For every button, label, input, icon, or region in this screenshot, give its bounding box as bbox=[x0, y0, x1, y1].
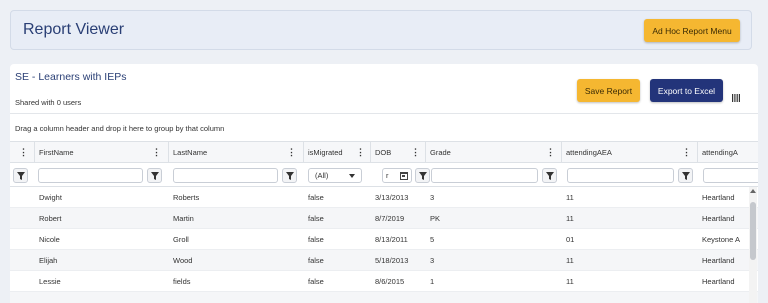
cell-lastname: Wood bbox=[173, 255, 193, 265]
column-header-attendingaea[interactable]: attendingAEA ⋮ bbox=[562, 142, 698, 162]
column-header-attending[interactable]: attendingA bbox=[698, 142, 758, 162]
date-value: r bbox=[386, 171, 389, 180]
cell-firstname: Elijah bbox=[39, 255, 58, 265]
column-menu-icon[interactable]: ⋮ bbox=[152, 148, 161, 157]
attendingaea-filter-input[interactable] bbox=[567, 168, 674, 183]
scrollbar-thumb[interactable] bbox=[750, 202, 756, 260]
cell-lastname: fields bbox=[173, 276, 191, 286]
column-header-grade[interactable]: Grade ⋮ bbox=[426, 142, 562, 162]
cell-attendingaea: 11 bbox=[566, 192, 574, 202]
cell-ismigrated: false bbox=[308, 234, 324, 244]
cell-ismigrated: false bbox=[308, 255, 324, 265]
export-to-excel-button[interactable]: Export to Excel bbox=[650, 79, 723, 102]
group-by-panel[interactable]: Drag a column header and drop it here to… bbox=[10, 113, 758, 141]
cell-attendingaea: 01 bbox=[566, 234, 575, 244]
table-row[interactable]: Dwight Roberts false 3/13/2013 3 11 Hear… bbox=[10, 187, 758, 208]
cell-attendingaea: 11 bbox=[566, 213, 574, 223]
column-header-firstname[interactable]: FirstName ⋮ bbox=[35, 142, 169, 162]
column-label: attendingAEA bbox=[566, 147, 612, 157]
ismigrated-filter-select[interactable]: (All) bbox=[308, 168, 362, 183]
cell-grade: 5 bbox=[430, 234, 435, 244]
firstname-filter-input[interactable] bbox=[38, 168, 143, 183]
cell-lastname: Roberts bbox=[173, 192, 200, 202]
cell-ismigrated: false bbox=[308, 213, 324, 223]
cell-dob: 8/6/2015 bbox=[375, 276, 405, 286]
dob-filter-input[interactable]: r bbox=[382, 168, 412, 183]
report-title: SE - Learners with IEPs bbox=[15, 71, 127, 83]
adhoc-report-menu-button[interactable]: Ad Hoc Report Menu bbox=[644, 19, 740, 42]
cell-grade: 3 bbox=[430, 255, 435, 265]
column-menu-icon[interactable]: ⋮ bbox=[411, 148, 420, 157]
cell-attending: Heartland bbox=[702, 276, 735, 286]
column-label: FirstName bbox=[39, 147, 74, 157]
column-menu-icon[interactable]: ⋮ bbox=[682, 148, 691, 157]
cell-grade: 3 bbox=[430, 192, 435, 202]
column-menu-icon[interactable]: ⋮ bbox=[287, 148, 296, 157]
cell-ismigrated: false bbox=[308, 192, 324, 202]
column-header-ismigrated[interactable]: isMigrated ⋮ bbox=[304, 142, 371, 162]
grid-filter-row: (All) r bbox=[10, 163, 758, 187]
filter-icon[interactable] bbox=[415, 168, 430, 183]
page-title: Report Viewer bbox=[23, 21, 125, 38]
grade-filter-input[interactable] bbox=[431, 168, 538, 183]
filter-icon[interactable] bbox=[147, 168, 162, 183]
filter-icon[interactable] bbox=[13, 168, 28, 183]
row-select-header[interactable]: ⋮ bbox=[10, 142, 35, 162]
lastname-filter-input[interactable] bbox=[173, 168, 278, 183]
filter-icon[interactable] bbox=[678, 168, 693, 183]
report-viewer-header: Report Viewer Ad Hoc Report Menu bbox=[10, 10, 752, 50]
column-header-dob[interactable]: DOB ⋮ bbox=[371, 142, 426, 162]
column-label: attendingA bbox=[702, 147, 738, 157]
cell-dob: 8/7/2019 bbox=[375, 213, 405, 223]
column-label: DOB bbox=[375, 147, 392, 157]
cell-attending: Heartland bbox=[702, 213, 735, 223]
grid-vertical-scrollbar[interactable] bbox=[749, 187, 757, 303]
cell-ismigrated: false bbox=[308, 276, 324, 286]
grid-header-row: ⋮ FirstName ⋮ LastName ⋮ isMigrated ⋮ DO… bbox=[10, 141, 758, 163]
column-menu-icon[interactable]: ⋮ bbox=[356, 148, 365, 157]
cell-lastname: Groll bbox=[173, 234, 189, 244]
column-menu-icon[interactable]: ⋮ bbox=[19, 148, 28, 157]
table-row[interactable]: Robert Martin false 8/7/2019 PK 11 Heart… bbox=[10, 208, 758, 229]
table-row[interactable]: Nicole Groll false 8/13/2011 5 01 Keysto… bbox=[10, 229, 758, 250]
select-value: (All) bbox=[315, 171, 329, 180]
attending-filter-input[interactable] bbox=[703, 168, 758, 183]
column-menu-icon[interactable]: ⋮ bbox=[546, 148, 555, 157]
cell-lastname: Martin bbox=[173, 213, 194, 223]
cell-grade: PK bbox=[430, 213, 441, 223]
cell-firstname: Nicole bbox=[39, 234, 60, 244]
column-chooser-icon[interactable] bbox=[732, 94, 740, 102]
report-panel: SE - Learners with IEPs Shared with 0 us… bbox=[10, 64, 758, 303]
column-label: Grade bbox=[430, 147, 451, 157]
table-row[interactable] bbox=[10, 292, 758, 303]
cell-attending: Heartland bbox=[702, 255, 735, 265]
column-label: isMigrated bbox=[308, 147, 343, 157]
cell-attendingaea: 11 bbox=[566, 255, 574, 265]
cell-firstname: Dwight bbox=[39, 192, 62, 202]
cell-dob: 3/13/2013 bbox=[375, 192, 409, 202]
cell-firstname: Robert bbox=[39, 213, 62, 223]
column-label: LastName bbox=[173, 147, 208, 157]
cell-grade: 1 bbox=[430, 276, 435, 286]
save-report-button[interactable]: Save Report bbox=[577, 79, 640, 102]
calendar-icon[interactable] bbox=[400, 172, 408, 180]
data-grid: ⋮ FirstName ⋮ LastName ⋮ isMigrated ⋮ DO… bbox=[10, 141, 758, 303]
cell-firstname: Lessie bbox=[39, 276, 61, 286]
scroll-up-arrow-icon[interactable] bbox=[750, 189, 756, 193]
chevron-down-icon bbox=[349, 174, 355, 178]
table-row[interactable]: Elijah Wood false 5/18/2013 3 11 Heartla… bbox=[10, 250, 758, 271]
shared-status: Shared with 0 users bbox=[15, 98, 82, 107]
table-row[interactable]: Lessie fields false 8/6/2015 1 11 Heartl… bbox=[10, 271, 758, 292]
cell-dob: 5/18/2013 bbox=[375, 255, 409, 265]
filter-icon[interactable] bbox=[282, 168, 297, 183]
cell-attending: Heartland bbox=[702, 192, 735, 202]
cell-attendingaea: 11 bbox=[566, 276, 574, 286]
column-header-lastname[interactable]: LastName ⋮ bbox=[169, 142, 304, 162]
cell-attending: Keystone A bbox=[702, 234, 740, 244]
cell-dob: 8/13/2011 bbox=[375, 234, 408, 244]
filter-icon[interactable] bbox=[542, 168, 557, 183]
